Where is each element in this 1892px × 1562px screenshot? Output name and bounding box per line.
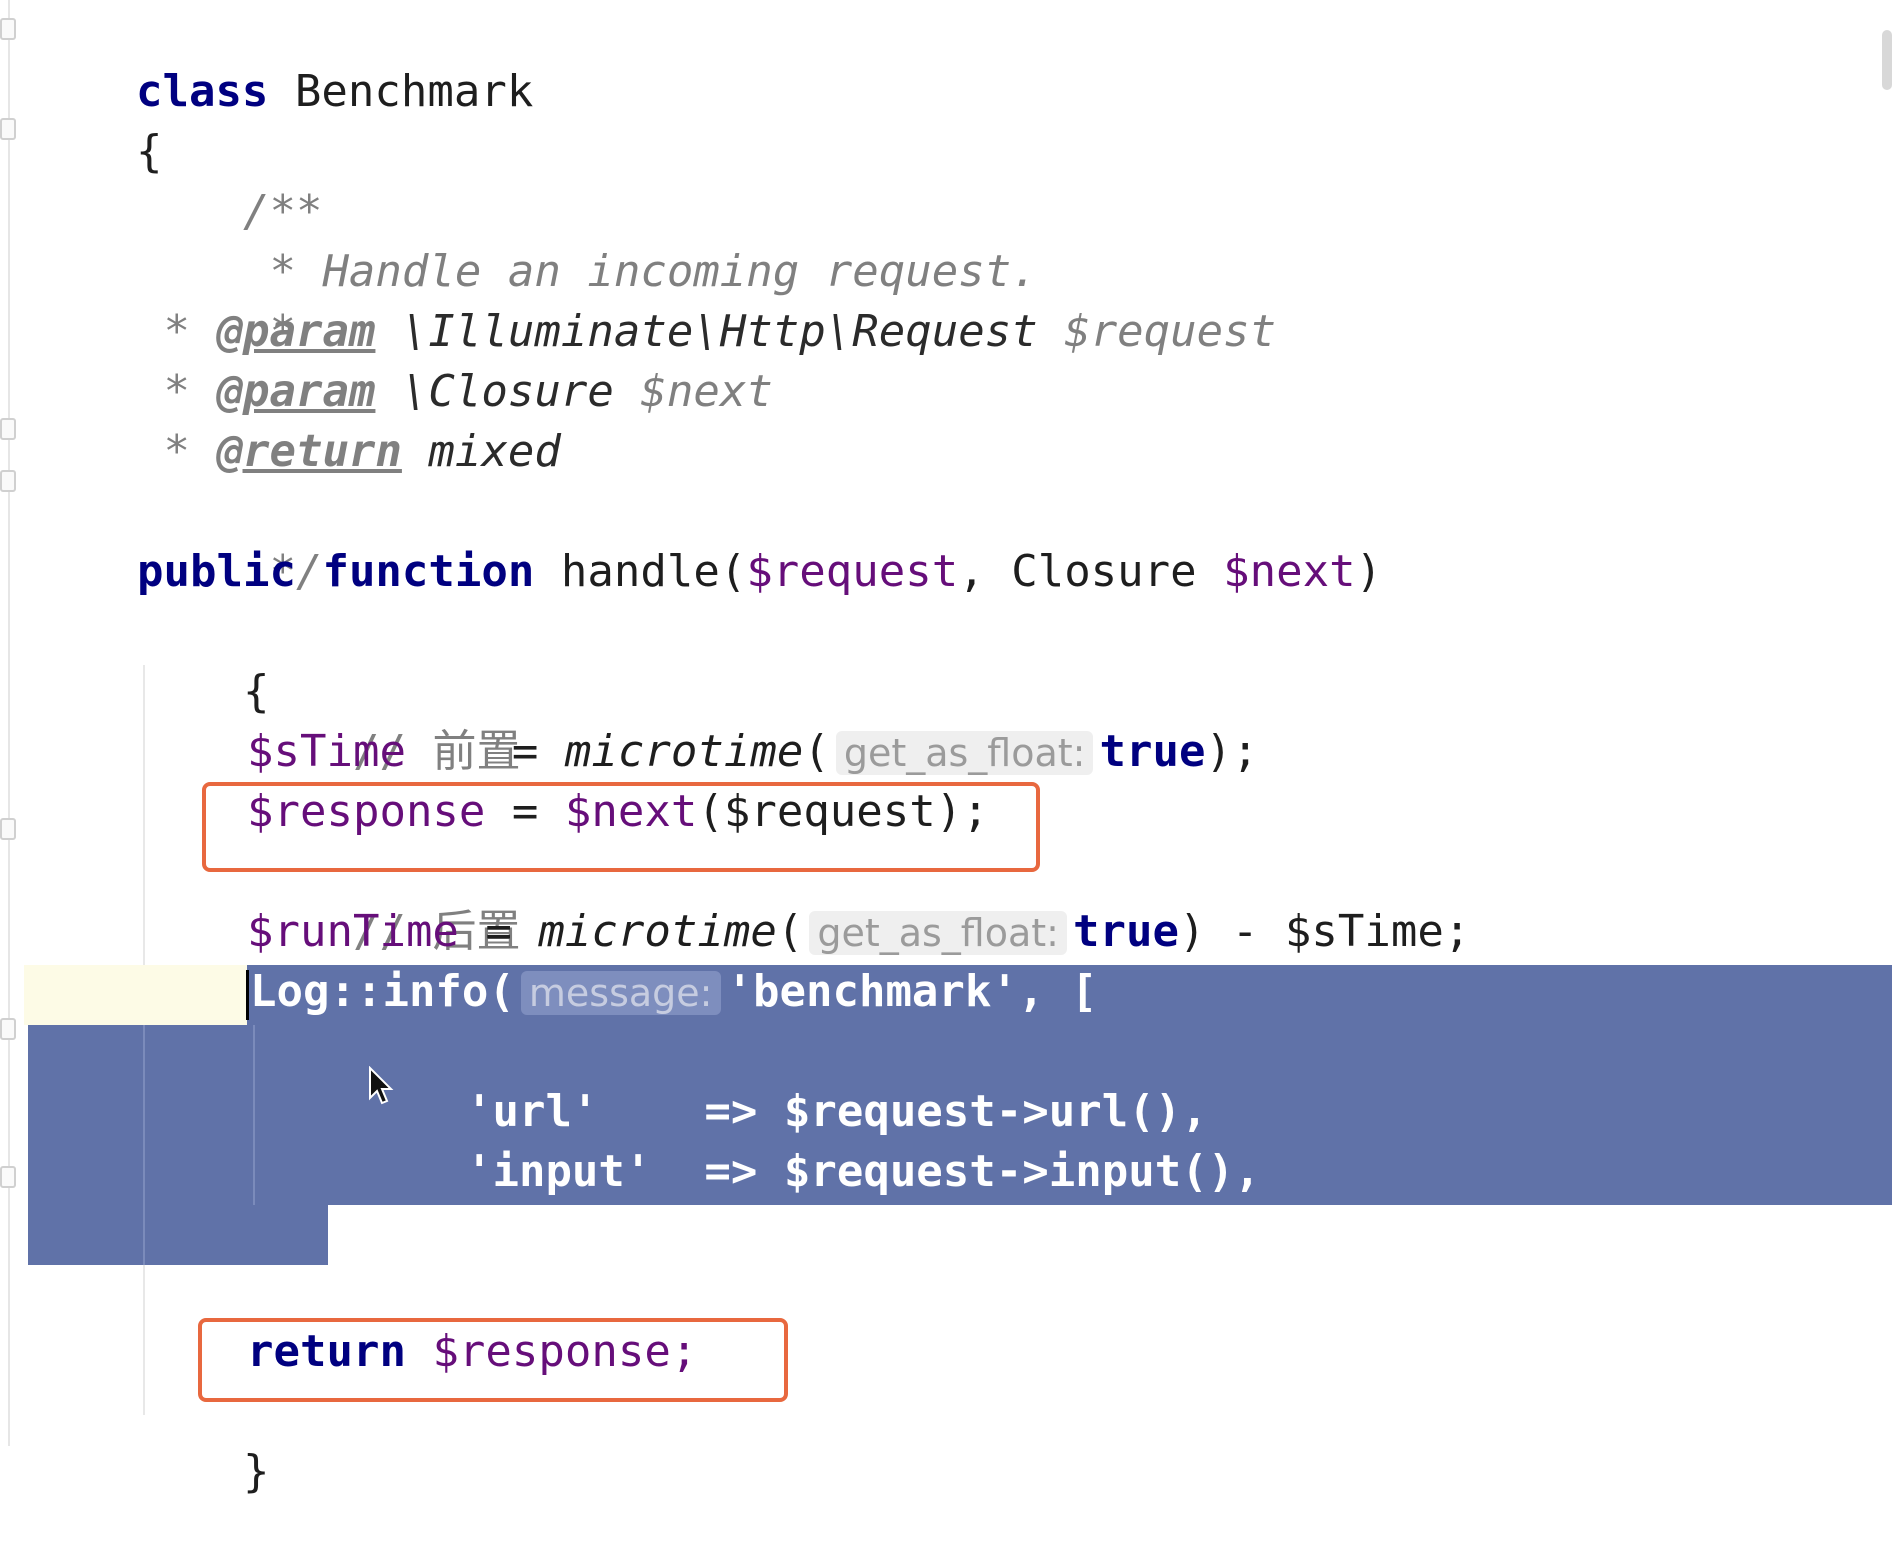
code-line-log-call[interactable]: Log::info(message:'benchmark', [	[250, 962, 1097, 1022]
var-runtime: $runTime	[247, 906, 459, 957]
fold-marker-icon[interactable]	[0, 418, 16, 440]
keyword-public: public	[137, 546, 296, 597]
code-line-comment-before[interactable]: // 前置	[247, 662, 520, 777]
code-line-doc-param2[interactable]: * @param \Closure $next	[137, 362, 773, 422]
code-line-method-signature[interactable]: public function handle($request, Closure…	[137, 542, 1382, 602]
keyword-function: function	[322, 546, 535, 597]
fold-marker-icon[interactable]	[0, 1018, 16, 1040]
doc-param-type: \Illuminate\Http\Request	[401, 306, 1038, 357]
param-hint: message:	[520, 971, 721, 1015]
code-line-doc-close[interactable]: */	[137, 482, 322, 597]
doc-star: *	[137, 306, 217, 357]
close-paren: )	[1355, 546, 1383, 597]
code-line-runtime[interactable]: $runTime = microtime(get_as_float: true) …	[247, 902, 1470, 962]
code-line-array-time[interactable]: 'time' => "$runTime ms"	[360, 1142, 1128, 1257]
fold-marker-icon[interactable]	[0, 1166, 16, 1188]
open-paren: (	[803, 726, 830, 777]
doc-star: *	[137, 366, 217, 417]
arg-request: $request	[746, 546, 959, 597]
operator-assign: =	[405, 726, 565, 777]
keyword-true: true	[1072, 906, 1179, 957]
statement-end: ) - $sTime;	[1178, 906, 1471, 957]
log-args: 'benchmark', [	[726, 966, 1098, 1017]
close-brace: }	[242, 1446, 270, 1497]
code-line-array-close[interactable]: ]);	[250, 1202, 435, 1317]
doc-description: * Handle an incoming request.	[242, 246, 1038, 297]
var-stime: $sTime	[247, 726, 406, 777]
fn-microtime: microtime	[564, 726, 804, 777]
statement-end: );	[1205, 726, 1259, 777]
arg-next: $next	[1223, 546, 1356, 597]
doc-param-type: \Closure	[401, 366, 614, 417]
mouse-pointer-icon	[369, 1066, 394, 1105]
operator-assign: =	[458, 906, 539, 957]
code-line-doc-return[interactable]: * @return mixed	[137, 422, 561, 482]
code-line-stime[interactable]: $sTime = microtime(get_as_float: true);	[247, 722, 1258, 782]
code-line-method-open-brace[interactable]: {	[137, 602, 270, 717]
code-line-doc-open[interactable]: /**	[137, 122, 322, 237]
indent-guide	[253, 1025, 255, 1205]
fold-marker-icon[interactable]	[0, 118, 16, 140]
open-paren: (	[776, 906, 804, 957]
highlight-box-response	[202, 782, 1040, 872]
code-line-array-url[interactable]: 'url' => $request->url(),	[360, 1022, 1208, 1137]
class-name: Benchmark	[294, 66, 534, 117]
fold-marker-icon[interactable]	[0, 470, 16, 492]
code-line-doc-description[interactable]: * Handle an incoming request.	[137, 182, 1037, 297]
code-line-class-decl[interactable]: class Benchmark	[30, 2, 533, 117]
code-editor[interactable]: class Benchmark { /** * Handle an incomi…	[0, 0, 1892, 1497]
fold-marker-icon[interactable]	[0, 18, 16, 40]
code-line-open-brace[interactable]: {	[30, 62, 163, 177]
fn-microtime: microtime	[538, 906, 777, 957]
arg-separator: , Closure	[958, 546, 1224, 597]
doc-param-tag: @param	[216, 366, 376, 417]
doc-return-type: mixed	[428, 426, 561, 477]
array-entry-time: 'time' => "$runTime ms"	[465, 1206, 1129, 1257]
code-line-doc-param1[interactable]: * @param \Illuminate\Http\Request $reque…	[137, 302, 1276, 362]
code-line-doc-star[interactable]: *	[137, 242, 296, 357]
gutter	[8, 0, 10, 1446]
doc-param-var: $next	[640, 366, 773, 417]
method-name: handle(	[560, 546, 747, 597]
highlight-box-return	[198, 1318, 788, 1402]
array-close: ]);	[355, 1266, 436, 1317]
param-hint: get_as_float:	[809, 911, 1067, 955]
doc-param-var: $request	[1064, 306, 1277, 357]
current-line-highlight	[24, 965, 249, 1025]
log-info-call: Log::info(	[250, 966, 515, 1017]
keyword-true: true	[1099, 726, 1206, 777]
code-line-array-input[interactable]: 'input' => $request->input(),	[360, 1082, 1261, 1197]
doc-return-tag: @return	[216, 426, 402, 477]
fold-marker-icon[interactable]	[0, 818, 16, 840]
text-caret	[246, 970, 249, 1020]
doc-star: *	[137, 426, 217, 477]
doc-param-tag: @param	[216, 306, 376, 357]
param-hint: get_as_float:	[835, 731, 1094, 775]
indent-guide	[143, 1025, 145, 1265]
scrollbar-thumb[interactable]	[1882, 30, 1892, 90]
